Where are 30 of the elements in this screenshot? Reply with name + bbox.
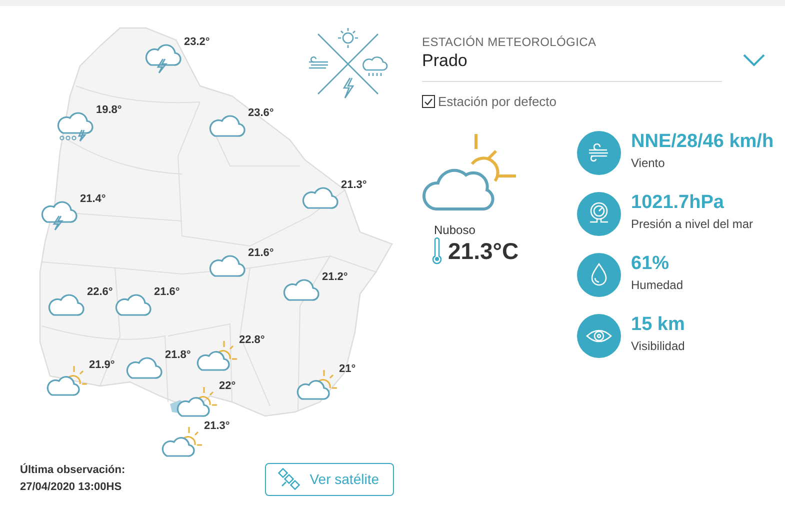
stat-label: Viento <box>631 156 666 170</box>
temperature-label: 21.6° <box>154 286 180 298</box>
station-label: ESTACIÓN METEOROLÓGICA <box>422 35 598 49</box>
temperature-label: 23.6° <box>248 107 274 119</box>
station-select[interactable]: Prado <box>422 49 722 82</box>
stat-value: 61% <box>631 253 670 275</box>
temperature-label: 23.2° <box>184 36 210 48</box>
temperature-label: 19.8° <box>96 104 122 116</box>
stat-label: Humedad <box>631 278 684 292</box>
stat-value: 15 km <box>631 314 686 336</box>
stat-value: NNE/28/46 km/h <box>631 131 775 153</box>
observation-time: 27/04/2020 13:00HS <box>20 480 123 495</box>
observation-label: Última observación: <box>20 462 126 478</box>
stat-value: 1021.7hPa <box>631 192 725 214</box>
temperature-label: 22° <box>219 380 236 392</box>
current-temperature: 21.3°C <box>448 238 519 264</box>
temperature-label: 21° <box>339 363 356 375</box>
temperature-label: 21.6° <box>248 247 274 259</box>
stat-label: Presión a nivel del mar <box>631 217 754 231</box>
temperature-label: 21.2° <box>322 271 348 283</box>
temperature-label: 22.6° <box>87 286 113 298</box>
temperature-label: 21.9° <box>89 359 115 371</box>
temperature-label: 21.3° <box>204 420 230 432</box>
checkbox-label: Estación por defecto <box>438 94 557 109</box>
stat-label: Visibilidad <box>631 339 686 353</box>
temperature-label: 21.8° <box>165 349 191 361</box>
temperature-label: 21.4° <box>80 193 106 205</box>
temperature-label: 21.3° <box>341 179 367 191</box>
temperature-label: 22.8° <box>239 334 265 346</box>
condition-label: Nuboso <box>434 223 476 237</box>
